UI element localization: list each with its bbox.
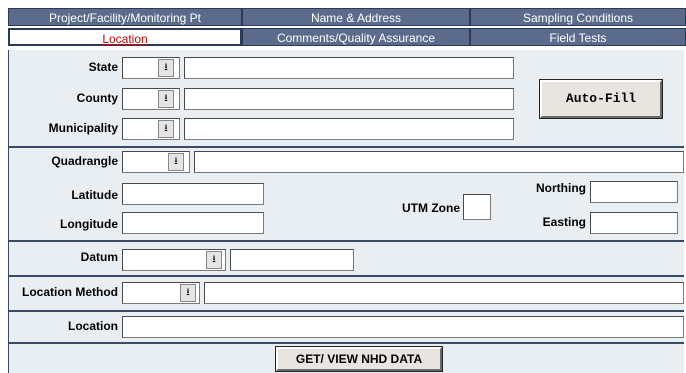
dropdown-arrow-icon[interactable]: ⭳ [158, 120, 174, 138]
dropdown-arrow-icon[interactable]: ⭳ [158, 90, 174, 108]
longitude-field[interactable] [122, 212, 264, 234]
location-method-label: Location Method [22, 285, 118, 299]
datum-name-field[interactable] [230, 249, 354, 271]
location-method-name-field[interactable] [204, 282, 684, 304]
dropdown-arrow-icon[interactable]: ⭳ [206, 251, 222, 269]
county-code-combo[interactable]: ⭳ [122, 88, 180, 110]
state-name-field[interactable] [184, 57, 514, 79]
tab-location[interactable]: Location [8, 28, 242, 46]
county-label: County [76, 91, 118, 105]
longitude-label: Longitude [60, 217, 118, 231]
municipality-code-combo[interactable]: ⭳ [122, 118, 180, 140]
tab-name-address[interactable]: Name & Address [242, 8, 470, 26]
location-label: Location [68, 319, 118, 333]
location-form-window: Project/Facility/Monitoring Pt Name & Ad… [0, 0, 686, 373]
get-view-nhd-data-button[interactable]: GET/ VIEW NHD DATA [275, 346, 443, 372]
auto-fill-button[interactable]: Auto-Fill [539, 79, 663, 119]
easting-field[interactable] [590, 212, 678, 234]
utm-zone-label: UTM Zone [402, 201, 460, 215]
tab-project-facility[interactable]: Project/Facility/Monitoring Pt [8, 8, 242, 26]
tab-field-tests[interactable]: Field Tests [470, 28, 686, 46]
dropdown-arrow-icon[interactable]: ⭳ [168, 153, 184, 171]
county-name-field[interactable] [184, 88, 514, 110]
quadrangle-code-combo[interactable]: ⭳ [122, 151, 190, 173]
location-method-code-combo[interactable]: ⭳ [122, 282, 200, 304]
section-divider [8, 342, 684, 344]
tab-sampling-conditions[interactable]: Sampling Conditions [470, 8, 686, 26]
dropdown-arrow-icon[interactable]: ⭳ [158, 59, 174, 77]
state-label: State [88, 60, 118, 74]
utm-zone-field[interactable] [463, 194, 491, 220]
section-divider [8, 275, 684, 277]
quadrangle-label: Quadrangle [51, 154, 118, 168]
state-code-combo[interactable]: ⭳ [122, 57, 180, 79]
section-divider [8, 310, 684, 312]
quadrangle-name-field[interactable] [194, 151, 684, 173]
municipality-label: Municipality [48, 121, 118, 135]
municipality-name-field[interactable] [184, 118, 514, 140]
northing-label: Northing [536, 181, 586, 195]
latitude-field[interactable] [122, 183, 264, 205]
tab-comments-quality-assurance[interactable]: Comments/Quality Assurance [242, 28, 470, 46]
dropdown-arrow-icon[interactable]: ⭳ [180, 284, 196, 302]
tab-strip: Project/Facility/Monitoring Pt Name & Ad… [8, 8, 686, 48]
northing-field[interactable] [590, 181, 678, 203]
latitude-label: Latitude [71, 188, 118, 202]
section-divider [8, 146, 684, 148]
location-field[interactable] [122, 316, 684, 338]
easting-label: Easting [542, 215, 586, 229]
section-divider [8, 240, 684, 242]
location-panel: State ⭳ County ⭳ Municipality ⭳ Auto-Fil… [8, 50, 684, 373]
datum-code-combo[interactable]: ⭳ [122, 249, 226, 271]
datum-label: Datum [80, 250, 118, 264]
